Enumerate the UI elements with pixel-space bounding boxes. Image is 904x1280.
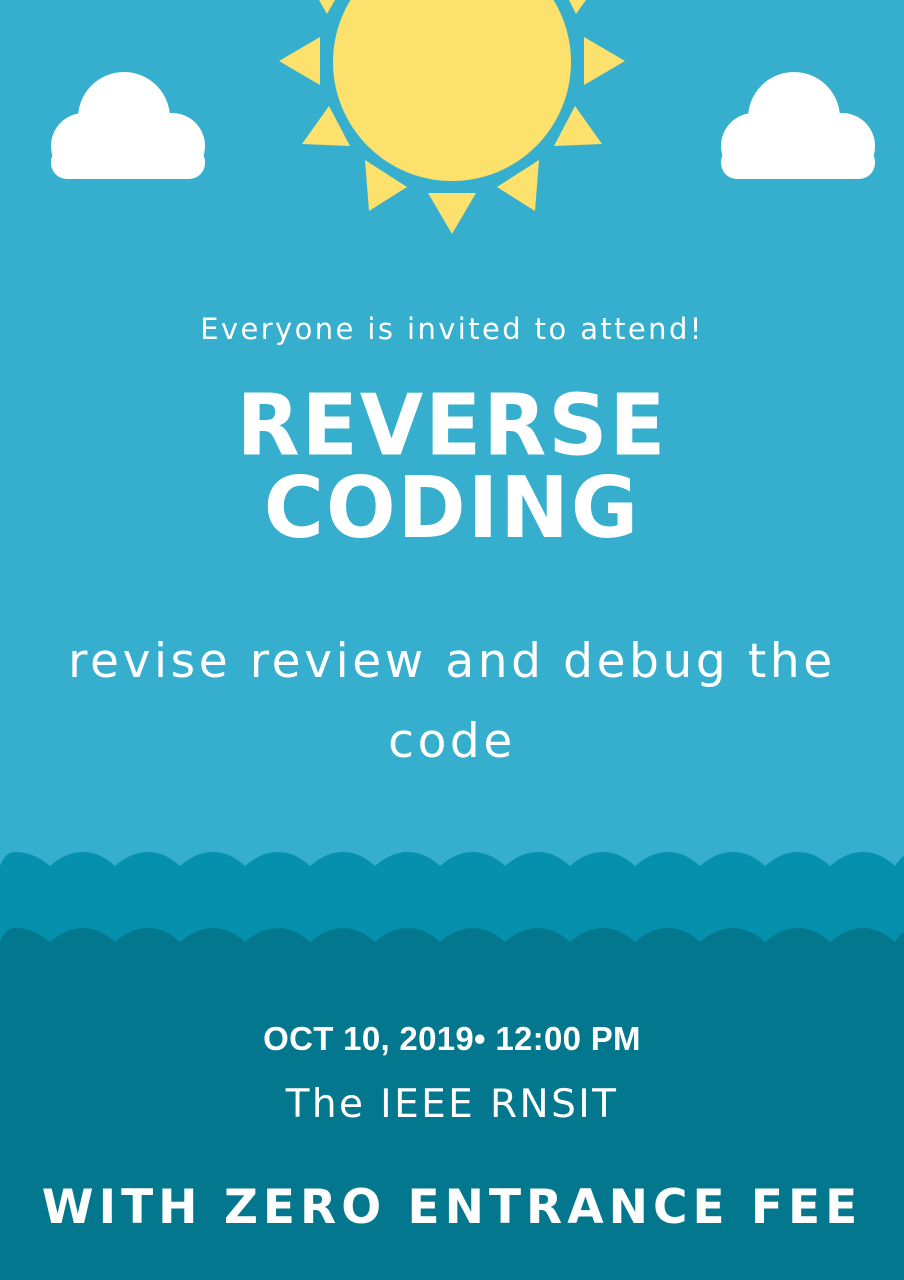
event-subtitle-line-1: revise review and debug the	[68, 634, 836, 689]
event-title-line-1: REVERSE	[236, 377, 668, 476]
event-datetime: OCT 10, 2019• 12:00 PM	[263, 1020, 641, 1057]
event-title-line-2: CODING	[263, 459, 641, 558]
event-venue: The IEEE RNSIT	[285, 1082, 619, 1127]
event-subtitle: revise review and debug the code	[0, 622, 904, 782]
event-subtitle-line-2: code	[388, 714, 516, 769]
invite-text: Everyone is invited to attend!	[200, 312, 704, 346]
event-title: REVERSE CODING	[0, 377, 904, 558]
entrance-fee-text: WITH ZERO ENTRANCE FEE	[41, 1180, 863, 1235]
event-poster: Everyone is invited to attend! REVERSE C…	[0, 0, 904, 1280]
